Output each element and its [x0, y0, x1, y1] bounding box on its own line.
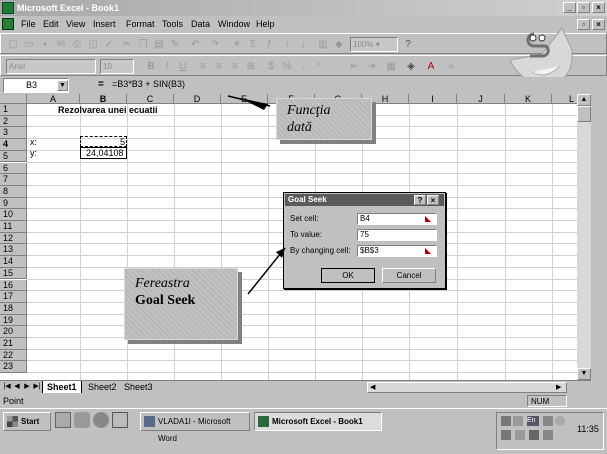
callout-functia-line1: Funcţia	[287, 103, 331, 118]
callout-fereastra-line1: Fereastra	[135, 276, 190, 291]
callout-functia-line2: dată	[287, 120, 312, 135]
callout-functia-data: Funcţia dată	[276, 98, 372, 140]
callout-arrows	[227, 95, 286, 295]
callout-fereastra-line2: Goal Seek	[135, 293, 196, 308]
callout-fereastra-goal-seek: Fereastra Goal Seek	[124, 268, 238, 340]
